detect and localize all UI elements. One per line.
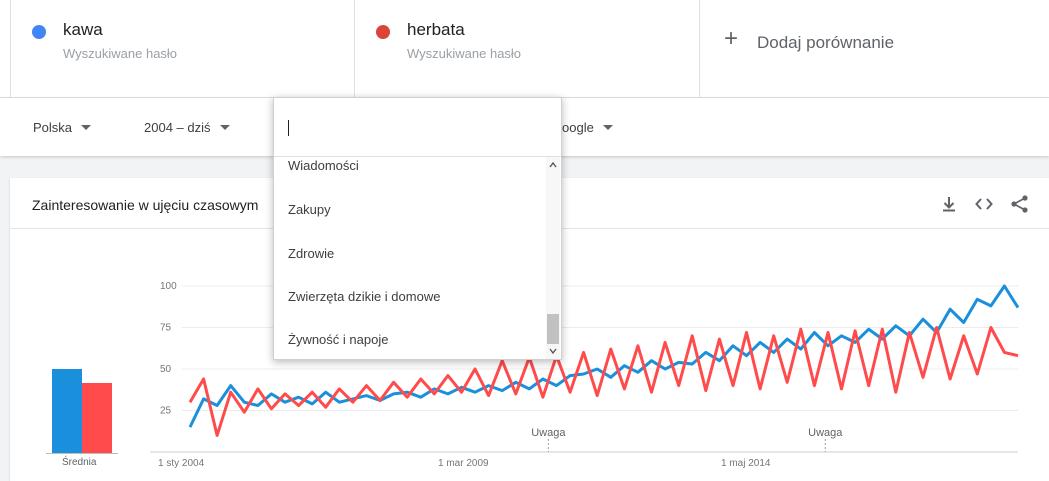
note-label[interactable]: Uwaga: [531, 427, 566, 439]
average-label: Średnia: [62, 457, 97, 468]
period-filter-label: 2004 – dziś: [144, 120, 211, 135]
y-tick-label: 25: [160, 406, 172, 417]
scrollbar-thumb[interactable]: [547, 314, 559, 344]
term-subtitle: Wyszukiwane hasło: [63, 46, 178, 61]
add-comparison-label: Dodaj porównanie: [757, 33, 895, 52]
x-axis-label: 1 maj 2014: [721, 458, 771, 469]
region-filter-label: Polska: [33, 120, 73, 135]
term-color-dot: [32, 25, 46, 39]
source-filter[interactable]: oogle: [562, 120, 613, 135]
x-axis-label: 1 mar 2009: [438, 458, 489, 469]
share-icon[interactable]: [1009, 193, 1031, 215]
category-option-zwierzeta[interactable]: Zwierzęta dzikie i domowe: [288, 289, 440, 304]
download-icon[interactable]: [938, 193, 960, 215]
plus-icon: +: [724, 25, 739, 52]
embed-code-icon[interactable]: [973, 193, 995, 215]
source-filter-label: oogle: [562, 120, 594, 135]
text-cursor: [288, 120, 289, 136]
scroll-up-arrow-icon[interactable]: [549, 161, 557, 169]
category-option-zdrowie[interactable]: Zdrowie: [288, 246, 334, 261]
category-option-zywnosc[interactable]: Żywność i napoje: [288, 332, 388, 347]
category-dropdown[interactable]: Wiadomości Zakupy Zdrowie Zwierzęta dzik…: [273, 97, 562, 360]
average-bar-herbata: [82, 383, 112, 453]
caret-down-icon: [219, 125, 230, 130]
region-filter[interactable]: Polska: [33, 120, 92, 135]
term-subtitle: Wyszukiwane hasło: [407, 46, 522, 61]
y-tick-label: 100: [160, 281, 177, 292]
average-baseline: [46, 453, 118, 454]
term-card-herbata[interactable]: herbata Wyszukiwane hasło: [355, 0, 700, 97]
y-tick-label: 50: [160, 364, 172, 375]
category-list: Wiadomości Zakupy Zdrowie Zwierzęta dzik…: [274, 157, 561, 359]
average-bar-kawa: [52, 369, 82, 453]
x-axis-label: 1 sty 2004: [158, 458, 205, 469]
y-tick-label: 75: [160, 323, 172, 334]
card-title: Zainteresowanie w ujęciu czasowym: [32, 197, 259, 213]
note-label[interactable]: Uwaga: [808, 427, 843, 439]
term-color-dot: [376, 25, 390, 39]
term-name[interactable]: herbata: [407, 20, 465, 40]
period-filter[interactable]: 2004 – dziś: [144, 120, 230, 135]
term-card-kawa[interactable]: kawa Wyszukiwane hasło: [10, 0, 355, 97]
category-option-zakupy[interactable]: Zakupy: [288, 202, 331, 217]
category-option-wiadomosci[interactable]: Wiadomości: [288, 158, 359, 173]
scroll-down-arrow-icon[interactable]: [549, 347, 557, 355]
caret-down-icon: [81, 125, 92, 130]
category-search-input[interactable]: [274, 98, 561, 157]
add-comparison-button[interactable]: + Dodaj porównanie: [700, 0, 1049, 97]
caret-down-icon: [602, 125, 613, 130]
dropdown-scrollbar[interactable]: [546, 157, 560, 359]
search-terms-bar: kawa Wyszukiwane hasło herbata Wyszukiwa…: [0, 0, 1049, 98]
term-name[interactable]: kawa: [63, 20, 103, 40]
